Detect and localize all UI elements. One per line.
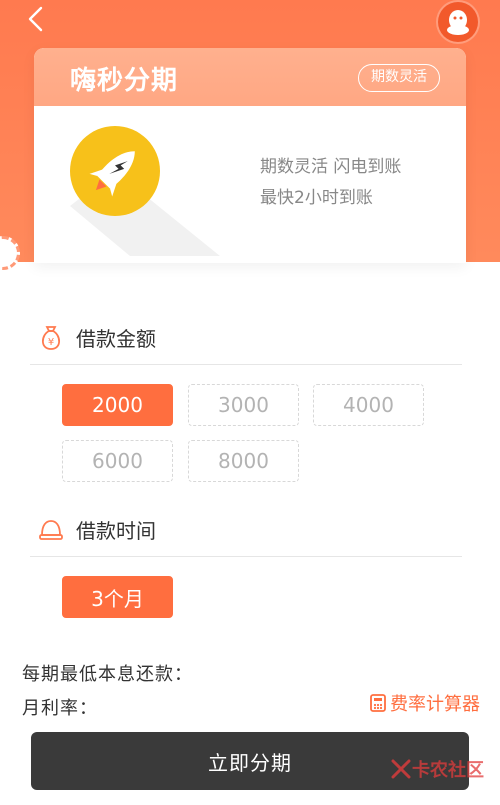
rocket-icon <box>70 126 220 256</box>
product-title: 嗨秒分期 <box>70 66 179 96</box>
loan-amount-label: ¥ 借款金额 <box>38 322 156 352</box>
user-avatar[interactable] <box>438 2 478 42</box>
monthly-rate-label: 月利率： <box>22 698 98 719</box>
term-option-3-months[interactable]: 3个月 <box>62 576 173 618</box>
loan-term-label: 借款时间 <box>38 514 156 544</box>
loan-term-title: 借款时间 <box>76 518 156 543</box>
bell-icon <box>39 520 63 540</box>
rate-calculator-label: 费率计算器 <box>390 694 480 715</box>
divider <box>30 556 462 557</box>
rate-calculator-link[interactable]: 费率计算器 <box>370 690 480 716</box>
watermark: 卡农社区 <box>390 756 484 782</box>
feature-tag: 期数灵活 <box>358 64 440 92</box>
description-line-1: 期数灵活 闪电到账 <box>260 157 402 177</box>
amount-option-4000[interactable]: 4000 <box>313 384 424 426</box>
amount-option-3000[interactable]: 3000 <box>188 384 299 426</box>
watermark-text: 卡农社区 <box>412 760 484 781</box>
loan-amount-title: 借款金额 <box>76 326 156 351</box>
product-description: 期数灵活 闪电到账 最快2小时到账 <box>260 152 401 214</box>
description-line-2: 最快2小时到账 <box>260 188 373 208</box>
chevron-left-icon <box>28 6 43 32</box>
amount-option-8000[interactable]: 8000 <box>188 440 299 482</box>
product-card: 嗨秒分期 期数灵活 期数灵活 闪电到账 最快2小时到账 <box>34 48 466 263</box>
svg-text:¥: ¥ <box>48 337 54 348</box>
money-bag-icon: ¥ <box>41 326 61 350</box>
amount-option-2000[interactable]: 2000 <box>62 384 173 426</box>
penguin-icon <box>447 10 469 35</box>
watermark-logo-icon <box>391 759 411 779</box>
back-button[interactable] <box>22 6 48 32</box>
min-repayment-label: 每期最低本息还款： <box>22 664 193 685</box>
divider <box>30 364 462 365</box>
product-card-header: 嗨秒分期 期数灵活 <box>34 48 466 106</box>
calculator-icon <box>370 694 386 712</box>
amount-option-6000[interactable]: 6000 <box>62 440 173 482</box>
